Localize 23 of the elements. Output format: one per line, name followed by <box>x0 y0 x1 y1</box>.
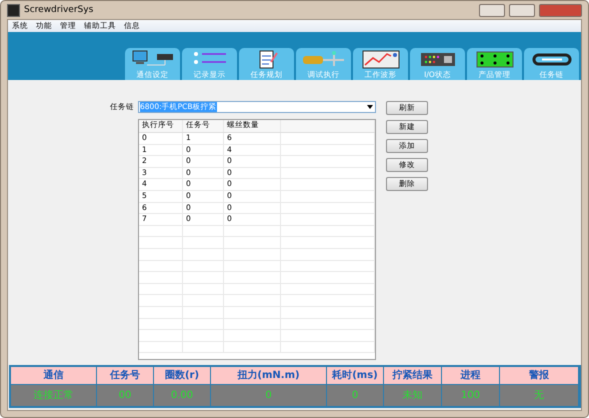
dropdown-arrow-icon <box>367 105 373 109</box>
status-header: 进程 <box>442 367 500 385</box>
status-value: 0.00 <box>154 385 211 406</box>
maximize-button[interactable] <box>509 4 535 16</box>
window-title: ScrewdriverSys <box>24 5 94 15</box>
status-value: 0 <box>211 385 327 406</box>
status-value: 00 <box>97 385 154 406</box>
status-header: 警报 <box>500 367 579 385</box>
status-header: 扭力(mN.m) <box>211 367 327 385</box>
close-button[interactable] <box>539 4 582 16</box>
status-header: 通信 <box>11 367 97 385</box>
status-header: 任务号 <box>97 367 154 385</box>
status-header: 圈数(r) <box>154 367 211 385</box>
app-icon <box>7 4 20 16</box>
screwdriver-icon <box>302 50 346 69</box>
status-value: 无 <box>500 385 579 406</box>
status-value: 未知 <box>384 385 442 406</box>
status-header: 耗时(ms) <box>327 367 384 385</box>
minimize-button[interactable] <box>479 4 505 16</box>
status-value: 连接正常 <box>11 385 97 406</box>
status-value: 100 <box>442 385 500 406</box>
status-value: 0 <box>327 385 384 406</box>
status-header: 拧紧结果 <box>384 367 442 385</box>
